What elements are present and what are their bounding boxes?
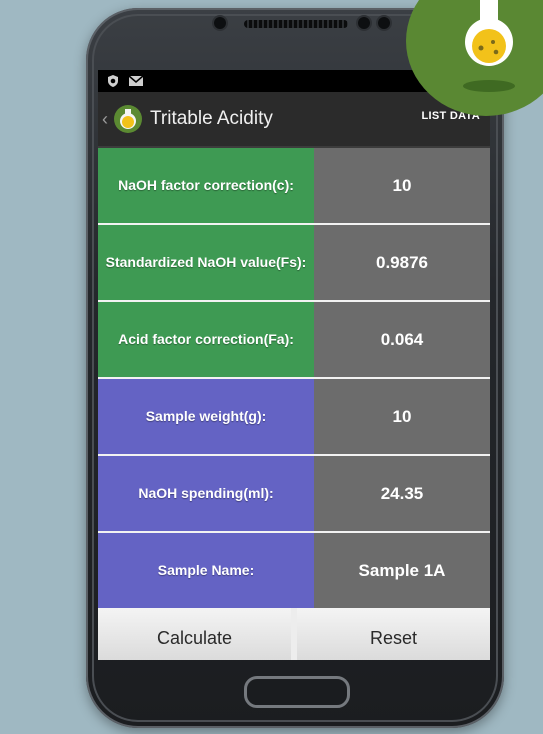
field-value-input[interactable]: 24.35 — [314, 456, 490, 531]
front-camera-icon — [358, 17, 370, 29]
calculate-button[interactable]: Calculate — [98, 608, 291, 660]
mail-icon — [128, 75, 144, 86]
field-value-input[interactable]: Sample 1A — [314, 533, 490, 608]
field-label: NaOH factor correction(c): — [98, 148, 314, 223]
field-row-naoh-spending: NaOH spending(ml): 24.35 — [98, 456, 490, 533]
field-label: Sample Name: — [98, 533, 314, 608]
field-row-naoh-factor: NaOH factor correction(c): 10 — [98, 148, 490, 225]
button-bar: Calculate Reset — [98, 608, 490, 660]
field-row-sample-weight: Sample weight(g): 10 — [98, 379, 490, 456]
reset-button[interactable]: Reset — [297, 608, 490, 660]
shield-icon — [108, 75, 118, 87]
field-row-acid-factor: Acid factor correction(Fa): 0.064 — [98, 302, 490, 379]
field-label: Standardized NaOH value(Fs): — [98, 225, 314, 300]
front-camera-icon — [378, 17, 390, 29]
field-row-standardized-naoh: Standardized NaOH value(Fs): 0.9876 — [98, 225, 490, 302]
page-title: Tritable Acidity — [150, 108, 273, 129]
flask-logo-icon — [463, 0, 515, 92]
field-value-input[interactable]: 0.064 — [314, 302, 490, 377]
field-label: NaOH spending(ml): — [98, 456, 314, 531]
phone-screen: ‹ Tritable Acidity LIST DATA NaOH factor… — [98, 70, 490, 660]
sensor-icon — [214, 17, 226, 29]
form-fields: NaOH factor correction(c): 10 Standardiz… — [98, 148, 490, 608]
field-value-input[interactable]: 10 — [314, 148, 490, 223]
action-bar: ‹ Tritable Acidity LIST DATA — [98, 92, 490, 148]
back-chevron-icon[interactable]: ‹ — [102, 109, 112, 130]
field-value-input[interactable]: 10 — [314, 379, 490, 454]
app-flask-icon[interactable] — [114, 105, 142, 133]
earpiece-speaker — [244, 20, 348, 28]
field-label: Sample weight(g): — [98, 379, 314, 454]
field-label: Acid factor correction(Fa): — [98, 302, 314, 377]
home-button[interactable] — [244, 676, 350, 708]
field-row-sample-name: Sample Name: Sample 1A — [98, 533, 490, 608]
field-value-input[interactable]: 0.9876 — [314, 225, 490, 300]
